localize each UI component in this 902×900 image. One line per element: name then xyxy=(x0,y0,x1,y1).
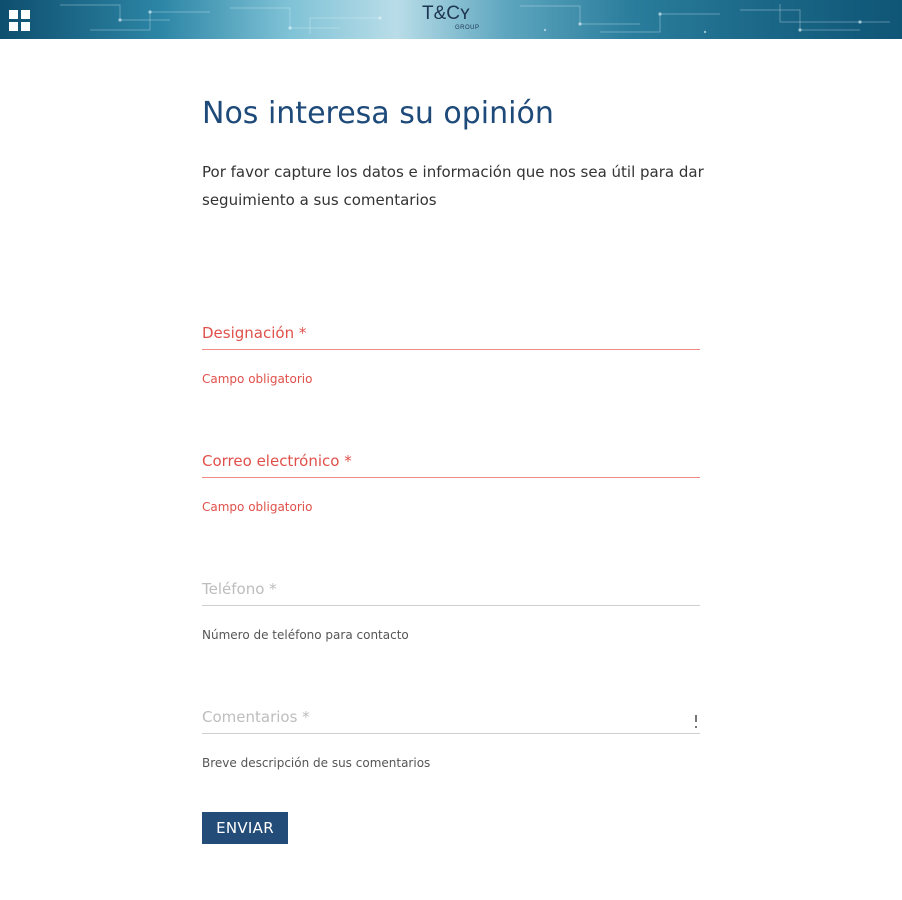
grid-square xyxy=(21,22,30,31)
apps-grid-icon[interactable] xyxy=(9,10,30,31)
email-input[interactable] xyxy=(202,451,700,477)
designation-underline xyxy=(202,349,700,350)
comments-underline xyxy=(202,733,700,734)
header-banner: T&Cʏ GROUP xyxy=(0,0,902,39)
comments-input[interactable] xyxy=(202,707,700,733)
grid-square xyxy=(21,10,30,19)
grid-square xyxy=(9,22,18,31)
brand-logo-text: T&Cʏ xyxy=(422,3,470,24)
email-underline xyxy=(202,477,700,478)
grid-square xyxy=(9,10,18,19)
submit-button[interactable]: ENVIAR xyxy=(202,812,288,844)
comments-help-text: Breve descripción de sus comentarios xyxy=(202,756,431,770)
textarea-resize-icon[interactable] xyxy=(695,715,698,729)
designation-error-text: Campo obligatorio xyxy=(202,372,313,386)
email-error-text: Campo obligatorio xyxy=(202,500,313,514)
phone-help-text: Número de teléfono para contacto xyxy=(202,628,409,642)
feedback-page: T&Cʏ GROUP Nos interesa su opinión Por f… xyxy=(0,0,902,900)
phone-input[interactable] xyxy=(202,579,700,605)
intro-text: Por favor capture los datos e informació… xyxy=(202,163,704,209)
brand-logo: T&Cʏ GROUP xyxy=(422,3,486,37)
brand-logo-subtext: GROUP xyxy=(455,25,480,31)
phone-underline xyxy=(202,605,700,606)
page-title: Nos interesa su opinión xyxy=(202,96,554,131)
designation-input[interactable] xyxy=(202,323,700,349)
